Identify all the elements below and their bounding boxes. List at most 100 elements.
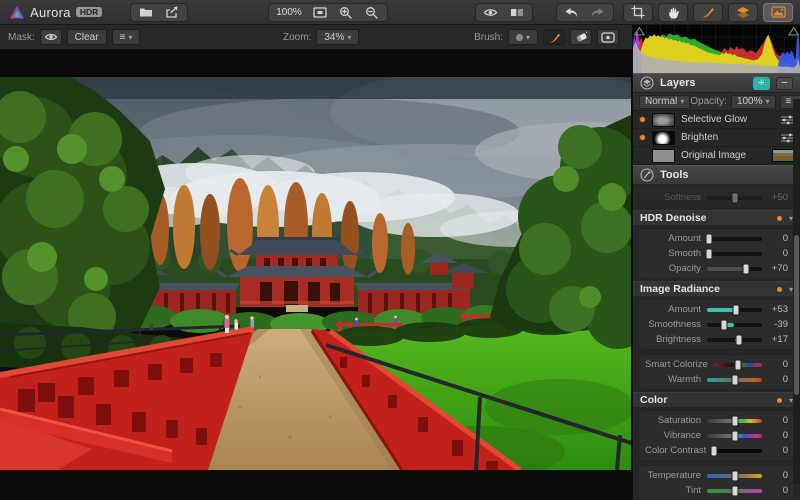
layer-row-original-image[interactable]: Original Image [633, 147, 800, 165]
hand-tool-button[interactable] [658, 3, 688, 22]
slider-row-color-contrast: Color Contrast 0 [645, 444, 788, 457]
undo-button[interactable] [559, 4, 585, 21]
zoom-group: 100% [268, 3, 388, 22]
temperature-tint-card: Temperature 0 Tint 0 [638, 465, 795, 500]
zoom-out-button[interactable] [359, 4, 385, 21]
mask-toolbar: Mask: Clear ≡ ▾ Zoom: 34% ▾ Brush: ▾ [0, 25, 632, 50]
eraser-button[interactable] [570, 29, 592, 45]
hamburger-icon: ≡ [786, 96, 792, 107]
chevron-down-icon: ▾ [128, 33, 132, 42]
brush-tool-button[interactable] [693, 3, 723, 22]
mask-fill-button[interactable] [597, 29, 619, 45]
panel-scrollbar-thumb[interactable] [794, 235, 799, 395]
hdr-badge: HDR [76, 7, 102, 18]
brush-size-dot-icon [516, 34, 523, 41]
softness-slider[interactable] [707, 196, 762, 200]
side-panel-toggle-button[interactable] [763, 3, 793, 22]
brush-size-dropdown[interactable]: ▾ [508, 29, 538, 45]
app-logo: Aurora HDR [9, 5, 102, 20]
tint-slider[interactable] [707, 489, 762, 493]
editing-canvas[interactable] [0, 50, 632, 500]
saturation-slider[interactable] [707, 419, 762, 423]
smart-colorize-slider[interactable] [714, 363, 762, 367]
canvas-zoom-button[interactable]: 34% ▾ [316, 29, 359, 45]
redo-button[interactable] [585, 4, 611, 21]
opacity-dropdown[interactable]: 100%▾ [731, 95, 776, 109]
layers-panel-icon [640, 76, 654, 90]
slider-row-brightness: Brightness +17 [645, 333, 788, 346]
layer-row-selective-glow[interactable]: Selective Glow [633, 111, 800, 129]
fit-screen-button[interactable] [307, 4, 333, 21]
brightness-slider[interactable] [707, 338, 762, 342]
preview-eye-button[interactable] [478, 4, 504, 21]
color-contrast-slider[interactable] [712, 449, 762, 453]
smoothness-slider[interactable] [707, 323, 762, 327]
layer-settings-icon[interactable] [780, 133, 794, 143]
canvas-zoom-control: Zoom: 34% ▾ [283, 29, 359, 45]
compare-button[interactable] [504, 4, 530, 21]
export-button[interactable] [159, 4, 185, 21]
section-active-dot[interactable] [777, 287, 782, 292]
layer-visibility-dot[interactable] [639, 152, 646, 159]
photo-byodo-in-temple[interactable] [0, 77, 631, 470]
chevron-down-icon: ▾ [680, 97, 684, 106]
blend-controls: Normal▾ Opacity: 100%▾ ≡▾ [633, 93, 800, 111]
mask-menu-button[interactable]: ≡ ▾ [112, 29, 141, 45]
file-group [130, 3, 188, 22]
layer-visibility-dot[interactable] [639, 116, 646, 123]
app-name: Aurora [30, 5, 71, 20]
section-active-dot[interactable] [777, 398, 782, 403]
vibrance-slider[interactable] [707, 434, 762, 438]
mask-visibility-button[interactable] [40, 29, 62, 45]
zoom-label: Zoom: [283, 32, 311, 43]
layer-visibility-dot[interactable] [639, 134, 646, 141]
slider-row-vibrance: Vibrance 0 [645, 429, 788, 442]
slider-row-opacity: Opacity +70 [645, 262, 788, 275]
crop-button[interactable] [623, 3, 653, 22]
side-panel: Layers + − Normal▾ Opacity: 100%▾ ≡▾ Sel… [632, 25, 800, 500]
tools-panel-icon [640, 168, 654, 182]
slider-value: +50 [762, 192, 788, 203]
add-layer-button[interactable]: + [753, 77, 770, 90]
layer-mask-thumbnail[interactable] [652, 113, 675, 127]
highlight-clipping-triangle-icon [789, 28, 799, 35]
slider-row-amount: Amount +53 [645, 303, 788, 316]
zoom-in-button[interactable] [333, 4, 359, 21]
layer-settings-icon[interactable] [780, 115, 794, 125]
remove-layer-button[interactable]: − [776, 77, 793, 90]
slider-row-warmth: Warmth 0 [645, 373, 788, 386]
blend-mode-dropdown[interactable]: Normal▾ [639, 95, 690, 109]
mask-clear-button[interactable]: Clear [67, 29, 107, 45]
temperature-slider[interactable] [707, 474, 762, 478]
section-header-hdr-denoise[interactable]: HDR Denoise ▾ [633, 210, 800, 226]
softness-card: Softness +50 [638, 187, 795, 208]
open-folder-button[interactable] [133, 4, 159, 21]
slider-row-smart-colorize: Smart Colorize 0 [645, 358, 788, 371]
mask-label: Mask: [8, 32, 35, 43]
aurora-logo-icon [9, 5, 25, 20]
zoom-level-button[interactable]: 100% [271, 4, 307, 21]
warmth-slider[interactable] [707, 378, 762, 382]
chevron-down-icon: ▾ [347, 33, 351, 42]
slider-row-smoothness: Smoothness -39 [645, 318, 788, 331]
hdr-denoise-card: Amount 0 Smooth 0 Opacity +70 [638, 228, 795, 279]
original-image-preview[interactable] [772, 149, 794, 162]
shadow-clipping-triangle-icon [635, 28, 645, 35]
brush-controls: Brush: ▾ [474, 29, 624, 45]
amount-slider[interactable] [707, 308, 762, 312]
section-header-color[interactable]: Color ▾ [633, 392, 800, 408]
amount-slider[interactable] [707, 237, 762, 241]
layer-row-brighten[interactable]: Brighten [633, 129, 800, 147]
image-radiance-card: Amount +53 Smoothness -39 Brightness +17 [638, 299, 795, 350]
hamburger-icon: ≡ [120, 32, 126, 43]
section-active-dot[interactable] [777, 216, 782, 221]
smooth-slider[interactable] [707, 252, 762, 256]
opacity-slider[interactable] [707, 267, 762, 271]
layer-mask-thumbnail[interactable] [652, 131, 675, 145]
slider-row-temperature: Temperature 0 [645, 469, 788, 482]
histogram [633, 25, 800, 73]
layers-tool-button[interactable] [728, 3, 758, 22]
section-header-image-radiance[interactable]: Image Radiance ▾ [633, 281, 800, 297]
paint-brush-button[interactable] [543, 29, 565, 45]
layer-thumbnail[interactable] [652, 149, 675, 163]
